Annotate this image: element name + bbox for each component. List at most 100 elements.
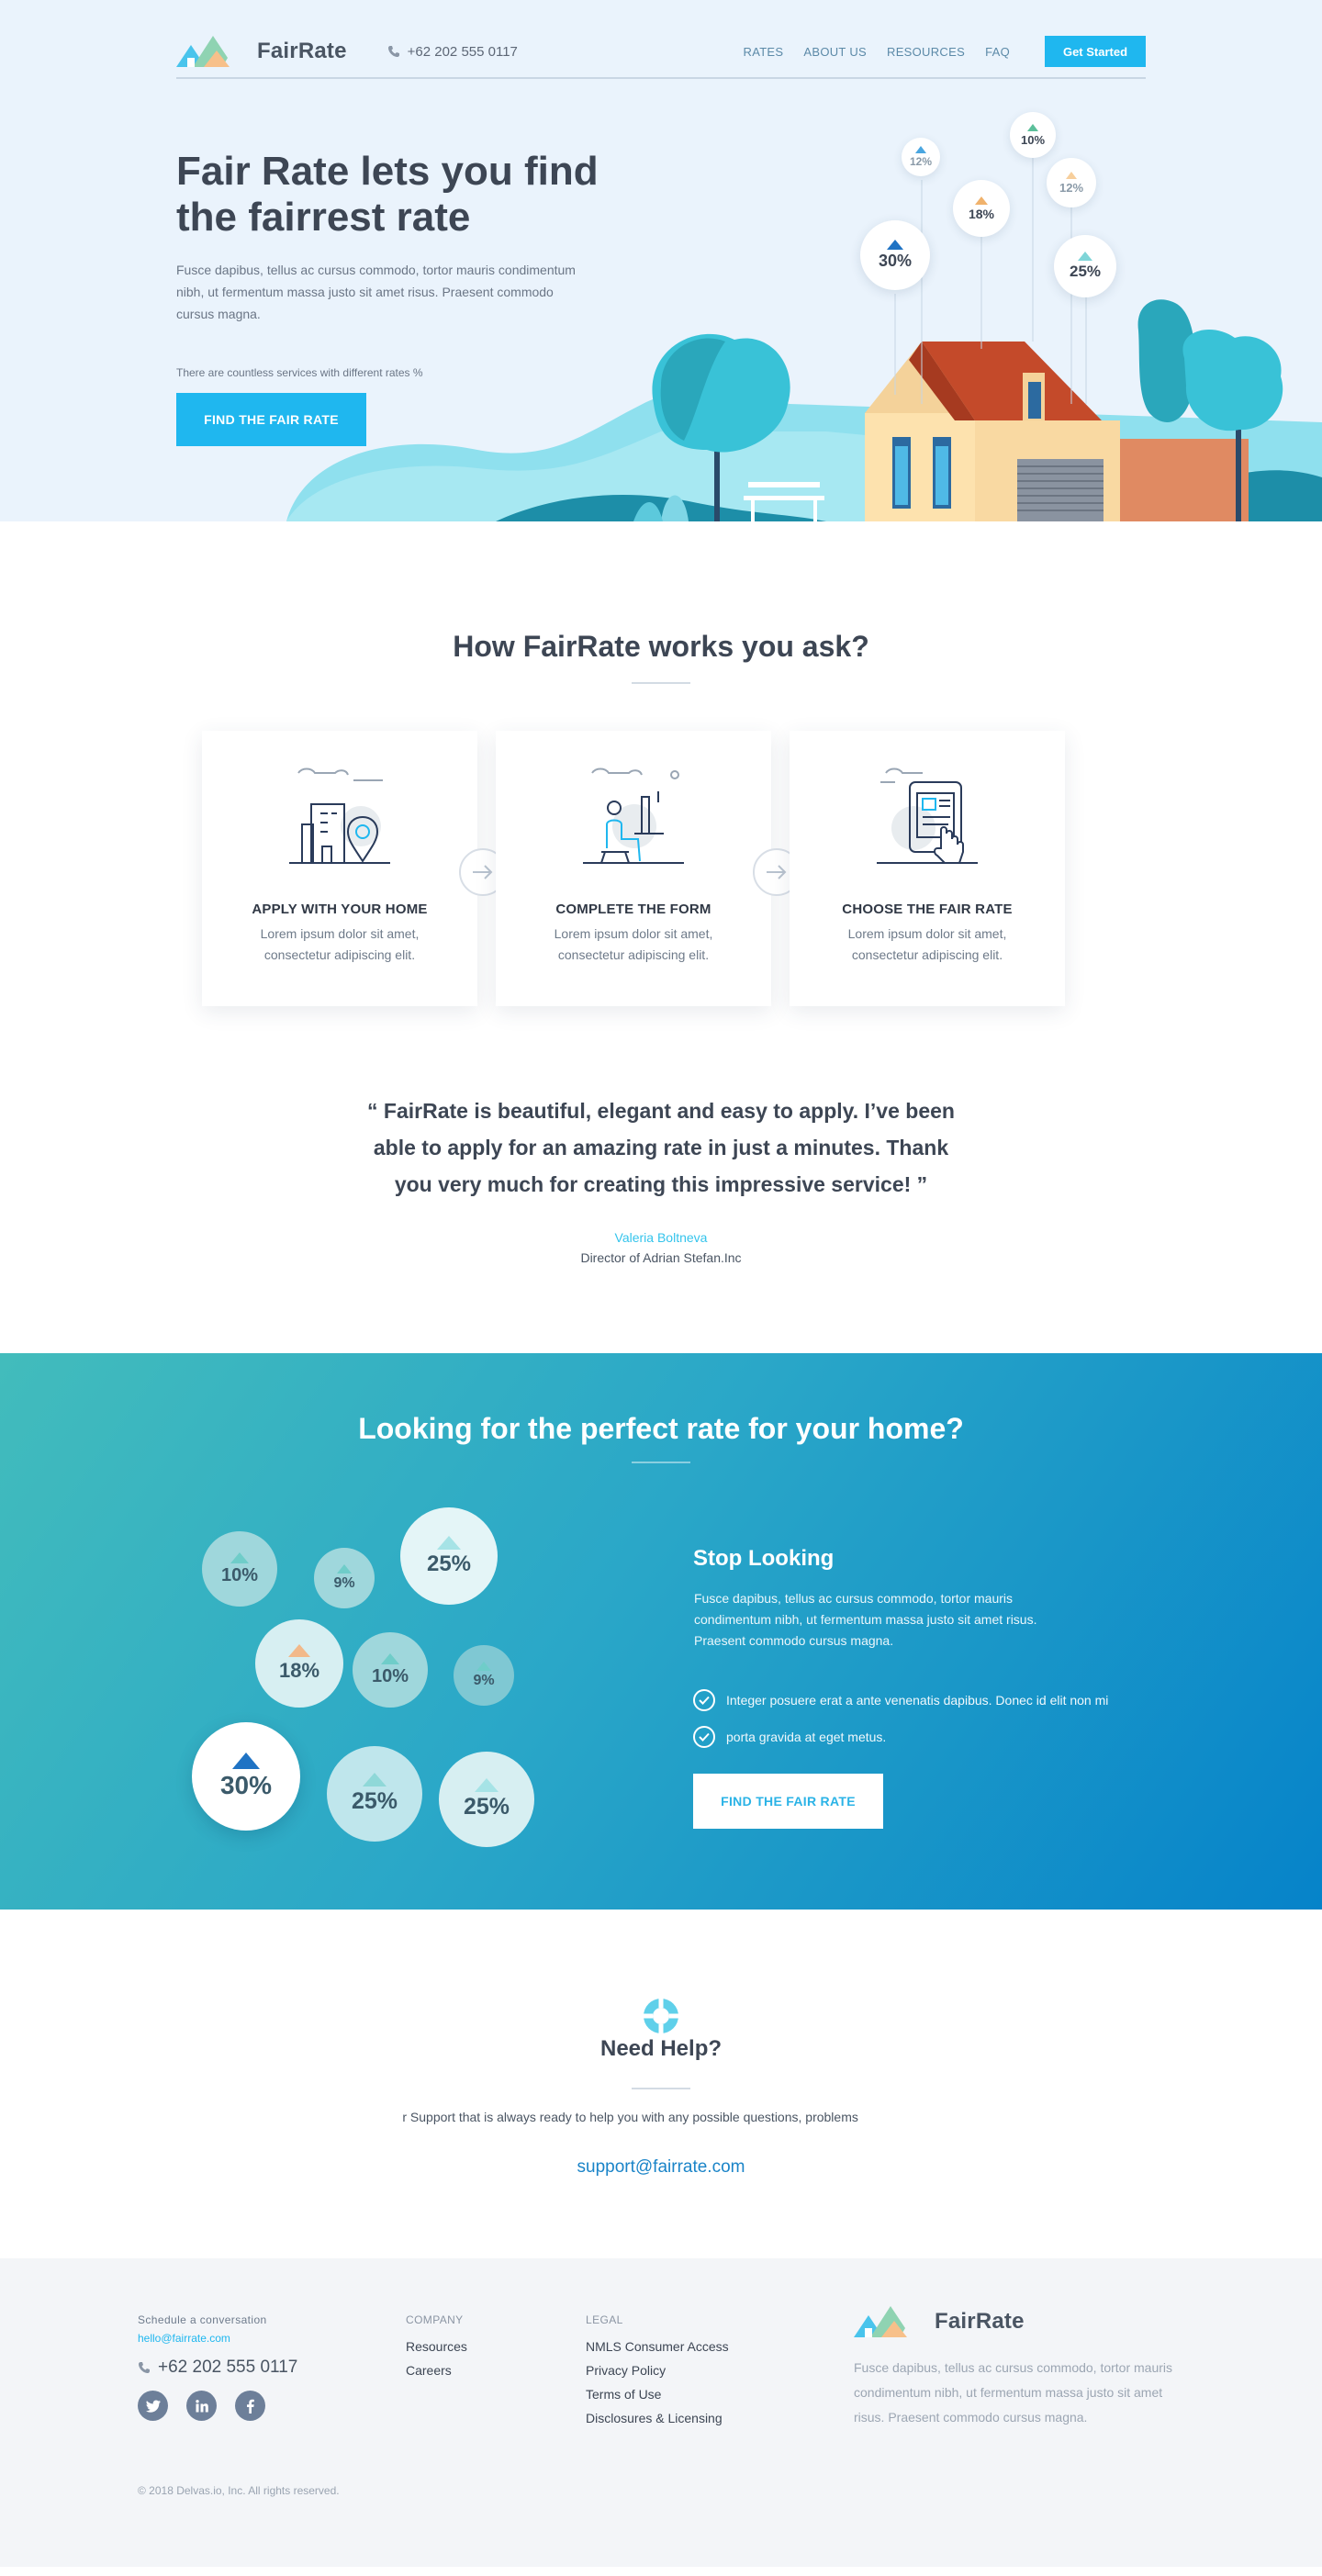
hero-rate-bubble: 12% <box>1047 158 1096 207</box>
footer-legal: LEGAL NMLS Consumer Access Privacy Polic… <box>586 2313 729 2425</box>
nav-resources[interactable]: RESOURCES <box>887 45 965 59</box>
get-started-button[interactable]: Get Started <box>1045 36 1146 67</box>
brand-name: FairRate <box>935 2309 1025 2334</box>
help-title: Need Help? <box>599 2036 723 2061</box>
brand-logo[interactable]: FairRate <box>176 34 347 69</box>
nav-rates[interactable]: RATES <box>744 45 784 59</box>
footer-company: COMPANY Resources Careers <box>406 2313 467 2378</box>
social-links <box>138 2391 297 2421</box>
hero-rate-bubble: 18% <box>953 180 1010 237</box>
up-triangle-icon <box>476 1662 491 1671</box>
phone-icon <box>139 2362 150 2373</box>
how-it-works-section: How FairRate works you ask? APPLY WITH Y… <box>0 521 1322 1353</box>
rate-bubble: 25% <box>327 1746 422 1842</box>
footer-email-link[interactable]: hello@fairrate.com <box>138 2332 297 2345</box>
step-title: COMPLETE THE FORM <box>555 902 711 917</box>
step-title: APPLY WITH YOUR HOME <box>252 902 428 917</box>
facebook-icon[interactable] <box>235 2391 265 2421</box>
linkedin-icon[interactable] <box>186 2391 217 2421</box>
feature-check-item: Integer posuere erat a ante venenatis da… <box>693 1689 1171 1711</box>
footer-link-disclosures[interactable]: Disclosures & Licensing <box>586 2411 729 2425</box>
nav-about-us[interactable]: ABOUT US <box>803 45 867 59</box>
stop-looking-title: Stop Looking <box>693 1546 835 1571</box>
up-triangle-icon <box>232 1753 260 1769</box>
support-email-link[interactable]: support@fairrate.com <box>0 2157 1322 2178</box>
nav-faq[interactable]: FAQ <box>985 45 1010 59</box>
copyright: © 2018 Delvas.io, Inc. All rights reserv… <box>138 2484 340 2497</box>
footer-company-links: Resources Careers <box>406 2339 467 2378</box>
checkmark-icon <box>693 1689 715 1711</box>
testimonial-role: Director of Adrian Stefan.Inc <box>580 1250 742 1265</box>
footer-legal-links: NMLS Consumer Access Privacy Policy Term… <box>586 2339 729 2425</box>
hero-rate-bubble: 30% <box>860 220 930 290</box>
twitter-icon[interactable] <box>138 2391 168 2421</box>
step-description: Lorem ipsum dolor sit amet, consectetur … <box>847 926 1007 962</box>
phone-icon <box>387 46 399 57</box>
rate-bubble: 25% <box>400 1507 498 1605</box>
hero-section: 12% 10% 18% 12% 30% 25% FairRate +62 202… <box>0 0 1322 521</box>
step-card-choose: CHOOSE THE FAIR RATE Lorem ipsum dolor s… <box>790 731 1065 1006</box>
rate-bubble: 30% <box>192 1722 300 1831</box>
footer-link-nmls[interactable]: NMLS Consumer Access <box>586 2339 729 2354</box>
title-divider <box>632 682 690 684</box>
find-fair-rate-button-secondary[interactable]: FIND THE FAIR RATE <box>693 1774 883 1829</box>
footer-link-resources[interactable]: Resources <box>406 2339 467 2354</box>
footer-link-privacy[interactable]: Privacy Policy <box>586 2363 729 2378</box>
footer-schedule-label: Schedule a conversation <box>138 2313 267 2326</box>
footer-logo[interactable]: FairRate <box>854 2304 1177 2339</box>
step-description: Lorem ipsum dolor sit amet, consectetur … <box>554 926 713 962</box>
checkmark-icon <box>693 1726 715 1748</box>
footer-link-careers[interactable]: Careers <box>406 2363 467 2378</box>
hero-rate-bubble: 10% <box>1010 112 1056 158</box>
footer-phone[interactable]: +62 202 555 0117 <box>138 2358 297 2378</box>
rate-bubble: 9% <box>454 1645 514 1706</box>
hero-note: There are countless services with differ… <box>176 366 423 379</box>
title-divider <box>632 2088 690 2089</box>
step-title: CHOOSE THE FAIR RATE <box>842 902 1013 917</box>
help-section: Need Help? Our Customer Support that is … <box>0 1910 1322 2258</box>
footer-contact: Schedule a conversation hello@fairrate.c… <box>138 2313 297 2421</box>
logo-houses-icon <box>854 2306 907 2337</box>
footer-brand: FairRate Fusce dapibus, tellus ac cursus… <box>854 2304 1177 2430</box>
rate-bubble: 9% <box>314 1548 375 1608</box>
up-triangle-icon <box>1078 252 1092 261</box>
up-triangle-icon <box>230 1551 249 1563</box>
rate-bubble: 18% <box>255 1619 343 1708</box>
person-at-desk-icon <box>583 767 684 864</box>
section-title: How FairRate works you ask? <box>453 630 869 663</box>
testimonial-quote: “ FairRate is beautiful, elegant and eas… <box>367 1099 955 1196</box>
step-card-form: COMPLETE THE FORM Lorem ipsum dolor sit … <box>496 731 771 1006</box>
site-footer: Schedule a conversation hello@fairrate.c… <box>0 2258 1322 2567</box>
up-triangle-icon <box>437 1535 461 1550</box>
step-description: Lorem ipsum dolor sit amet, consectetur … <box>260 926 420 962</box>
building-location-icon <box>289 767 390 864</box>
rate-bubble: 10% <box>202 1531 277 1607</box>
up-triangle-icon <box>975 196 988 205</box>
up-triangle-icon <box>887 240 903 250</box>
lifebuoy-icon <box>644 1999 678 2033</box>
title-divider <box>632 1462 690 1463</box>
up-triangle-icon <box>381 1652 399 1664</box>
header-phone[interactable]: +62 202 555 0117 <box>387 44 518 60</box>
up-triangle-icon <box>337 1564 352 1574</box>
logo-houses-icon <box>176 36 230 67</box>
hero-rate-bubble: 12% <box>902 138 940 176</box>
footer-brand-description: Fusce dapibus, tellus ac cursus commodo,… <box>854 2360 1173 2425</box>
footer-link-terms[interactable]: Terms of Use <box>586 2387 729 2402</box>
hero-description: Fusce dapibus, tellus ac cursus commodo,… <box>176 263 576 321</box>
up-triangle-icon <box>1027 123 1038 131</box>
hero-title: Fair Rate lets you find the fairrest rat… <box>176 149 599 240</box>
feature-check-item: porta gravida at eget metus. <box>693 1726 1171 1748</box>
brand-name: FairRate <box>257 39 347 63</box>
hero-rate-bubble: 25% <box>1054 235 1116 297</box>
up-triangle-icon <box>475 1778 499 1792</box>
footer-company-heading: COMPANY <box>406 2313 464 2326</box>
rate-bubble: 25% <box>439 1752 534 1847</box>
up-triangle-icon <box>1066 171 1077 179</box>
find-fair-rate-button[interactable]: FIND THE FAIR RATE <box>176 393 366 446</box>
help-text: Our Customer Support that is always read… <box>402 2110 858 2124</box>
testimonial-author: Valeria Boltneva <box>614 1230 708 1245</box>
top-navigation: FairRate +62 202 555 0117 RATES ABOUT US… <box>176 26 1146 79</box>
tablet-touch-icon <box>877 767 978 864</box>
stop-looking-description: Fusce dapibus, tellus ac cursus commodo,… <box>694 1591 1037 1648</box>
